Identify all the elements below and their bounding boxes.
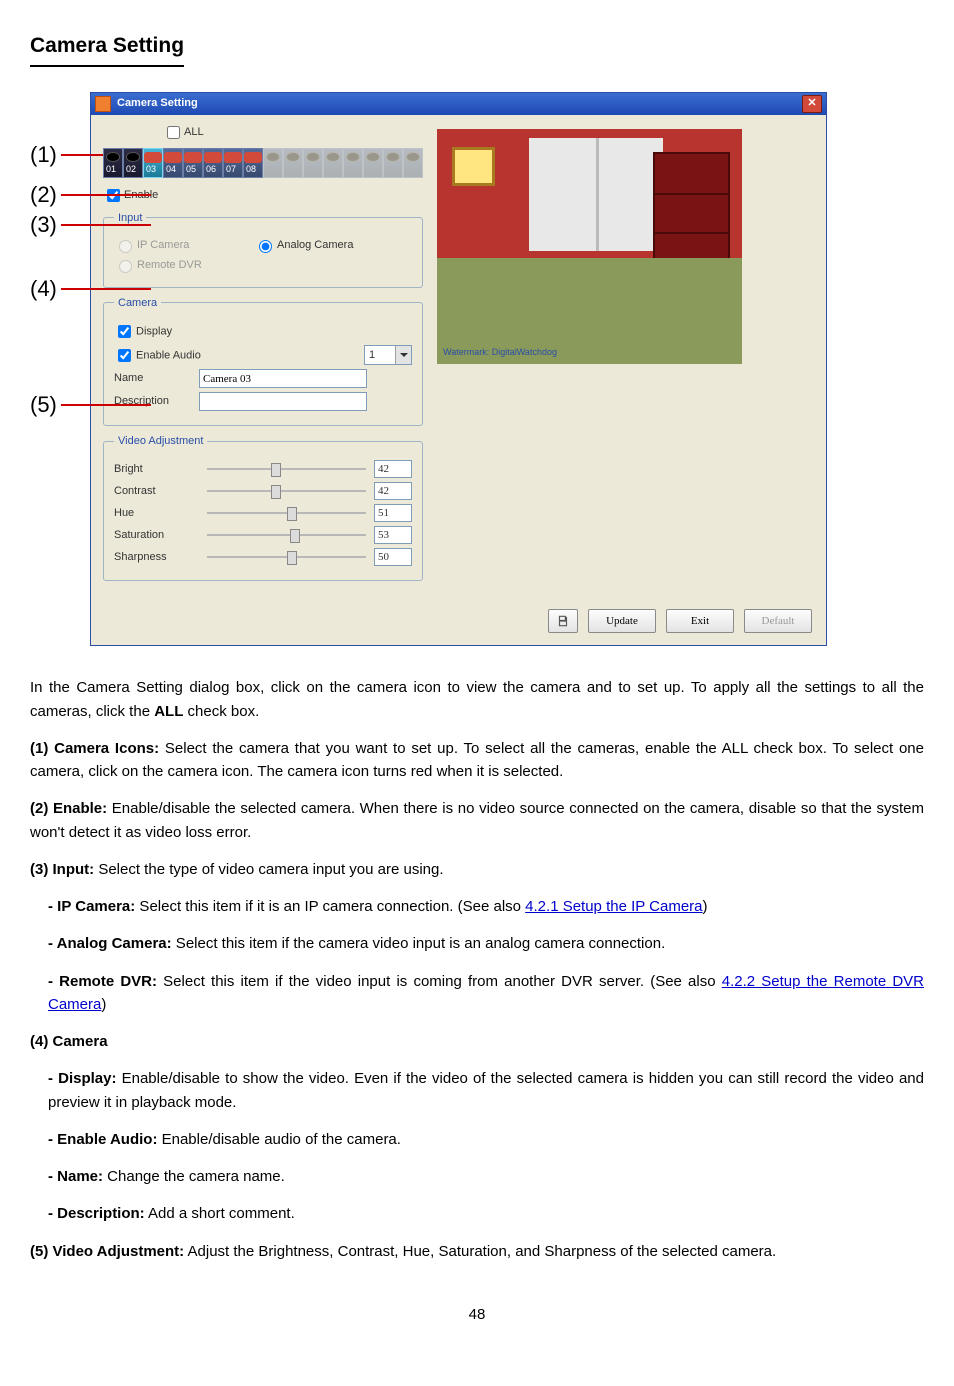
audio-channel-select[interactable]: 1 <box>364 345 412 365</box>
camera-tab <box>263 148 283 178</box>
camera-tab <box>383 148 403 178</box>
camera-tab[interactable]: 01 <box>103 148 123 178</box>
page-number: 48 <box>30 1303 924 1326</box>
contrast-value[interactable]: 42 <box>374 482 412 500</box>
slider-label: Bright <box>114 462 199 476</box>
enable-audio-checkbox[interactable]: Enable Audio <box>114 346 364 365</box>
camera-tab[interactable]: 05 <box>183 148 203 178</box>
slider-label: Saturation <box>114 528 199 542</box>
camera-setting-window: Camera Setting ✕ ALL 0102030405060708 En… <box>90 92 827 647</box>
camera-tab <box>323 148 343 178</box>
display-checkbox[interactable]: Display <box>114 322 172 341</box>
camera-tab[interactable]: 06 <box>203 148 223 178</box>
body-text: In the Camera Setting dialog box, click … <box>30 676 924 1263</box>
dialog-footer: Update Exit Default <box>91 599 826 645</box>
camera-tabs: 0102030405060708 <box>103 148 423 178</box>
callout-2: (2) <box>30 178 151 212</box>
bright-slider[interactable] <box>207 468 366 470</box>
window-title: Camera Setting <box>117 96 802 110</box>
bright-value[interactable]: 42 <box>374 460 412 478</box>
close-icon[interactable]: ✕ <box>802 95 822 113</box>
camera-preview: Watermark: DigitalWatchdog <box>437 129 742 364</box>
callout-4: (4) <box>30 272 151 306</box>
update-button[interactable]: Update <box>588 609 656 633</box>
save-icon-button[interactable] <box>548 609 578 633</box>
all-checkbox[interactable]: ALL <box>163 126 204 138</box>
camera-tab[interactable]: 07 <box>223 148 243 178</box>
contrast-slider[interactable] <box>207 490 366 492</box>
slider-label: Contrast <box>114 484 199 498</box>
chevron-down-icon <box>395 346 411 364</box>
name-label: Name <box>114 371 199 385</box>
camera-tab <box>403 148 423 178</box>
saturation-slider[interactable] <box>207 534 366 536</box>
default-button: Default <box>744 609 812 633</box>
callout-3: (3) <box>30 208 151 242</box>
camera-tab <box>363 148 383 178</box>
camera-tab <box>303 148 323 178</box>
link-ip-camera-setup[interactable]: 4.2.1 Setup the IP Camera <box>525 898 702 915</box>
camera-tab[interactable]: 02 <box>123 148 143 178</box>
sharpness-slider[interactable] <box>207 556 366 558</box>
description-input[interactable] <box>199 392 367 411</box>
video-adjustment-group: Video Adjustment Bright 42 Contrast 42 Hue 51… <box>103 434 423 581</box>
input-group: Input IP Camera Analog Camera Remote DVR <box>103 211 423 288</box>
camera-tab[interactable]: 08 <box>243 148 263 178</box>
preview-watermark: Watermark: DigitalWatchdog <box>443 347 557 359</box>
section-heading: Camera Setting <box>30 30 184 67</box>
camera-group: Camera Display Enable Audio 1 Name Descr… <box>103 296 423 426</box>
radio-analog-camera[interactable]: Analog Camera <box>254 237 353 253</box>
radio-remote-dvr: Remote DVR <box>114 257 202 273</box>
screenshot-figure: (1) (2) (3) (4) (5) Camera Setting ✕ ALL… <box>90 92 924 647</box>
camera-tab <box>283 148 303 178</box>
hue-slider[interactable] <box>207 512 366 514</box>
saturation-value[interactable]: 53 <box>374 526 412 544</box>
camera-tab[interactable]: 03 <box>143 148 163 178</box>
titlebar: Camera Setting ✕ <box>91 93 826 115</box>
sharpness-value[interactable]: 50 <box>374 548 412 566</box>
slider-label: Sharpness <box>114 550 199 564</box>
name-input[interactable] <box>199 369 367 388</box>
video-adjustment-legend: Video Adjustment <box>114 434 207 448</box>
camera-tab[interactable]: 04 <box>163 148 183 178</box>
camera-tab <box>343 148 363 178</box>
exit-button[interactable]: Exit <box>666 609 734 633</box>
callout-5: (5) <box>30 388 151 422</box>
floppy-icon <box>556 614 570 628</box>
hue-value[interactable]: 51 <box>374 504 412 522</box>
app-icon <box>95 96 111 112</box>
slider-label: Hue <box>114 506 199 520</box>
